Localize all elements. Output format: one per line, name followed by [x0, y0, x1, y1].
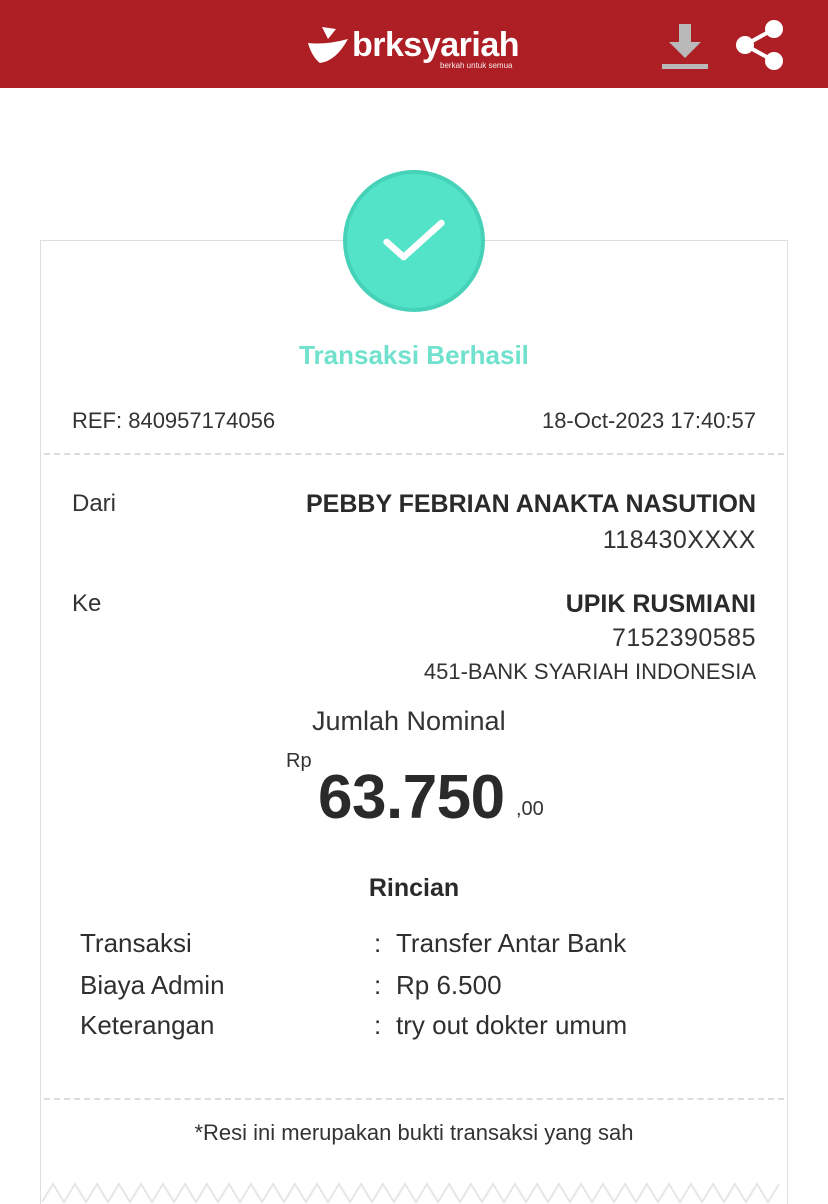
- logo-mark-icon: [308, 27, 348, 63]
- detail-separator: :: [374, 1010, 382, 1040]
- dashed-divider: [44, 453, 784, 455]
- share-icon: [736, 20, 783, 70]
- detail-separator: :: [374, 970, 382, 1000]
- reference-number: REF: 840957174056: [72, 408, 276, 433]
- detail-value-note: try out dokter umum: [396, 1010, 628, 1040]
- transaction-datetime: 18-Oct-2023 17:40:57: [541, 408, 756, 433]
- download-icon: [662, 24, 708, 69]
- receipt-footnote: *Resi ini merupakan bukti transaksi yang…: [194, 1120, 634, 1145]
- brk-syariah-logo: brksyariah berkah untuk semua: [306, 22, 520, 70]
- to-label: Ke: [72, 590, 102, 617]
- download-button[interactable]: [658, 20, 712, 72]
- checkmark-icon: [383, 219, 445, 261]
- dashed-divider: [44, 1098, 784, 1100]
- detail-value-transaction: Transfer Antar Bank: [396, 928, 627, 958]
- currency-label: Rp: [286, 750, 312, 772]
- recipient-account: 7152390585: [611, 624, 756, 652]
- amount-value: 63.750: [318, 763, 505, 832]
- logo-tagline: berkah untuk semua: [440, 61, 513, 70]
- detail-label-note: Keterangan: [80, 1010, 215, 1040]
- sender-account: 118430XXXX: [602, 526, 756, 554]
- recipient-bank: 451-BANK SYARIAH INDONESIA: [423, 659, 756, 684]
- recipient-name: UPIK RUSMIANI: [565, 590, 756, 618]
- logo-wordmark: brksyariah: [352, 26, 520, 64]
- sender-name: PEBBY FEBRIAN ANAKTA NASUTION: [305, 490, 756, 518]
- amount-cents: ,00: [516, 798, 544, 820]
- app-header: brksyariah berkah untuk semua: [0, 0, 828, 88]
- from-label: Dari: [72, 490, 117, 517]
- details-title: Rincian: [368, 874, 460, 902]
- success-badge: [343, 170, 485, 312]
- detail-separator: :: [374, 928, 382, 958]
- detail-label-transaction: Transaksi: [80, 928, 192, 958]
- detail-value-admin-fee: Rp 6.500: [396, 970, 502, 1000]
- transaction-status: Transaksi Berhasil: [299, 340, 529, 370]
- share-button[interactable]: [730, 16, 788, 74]
- detail-label-admin-fee: Biaya Admin: [80, 970, 225, 1000]
- torn-edge-decoration: [42, 1182, 780, 1204]
- amount-label: Jumlah Nominal: [312, 706, 506, 736]
